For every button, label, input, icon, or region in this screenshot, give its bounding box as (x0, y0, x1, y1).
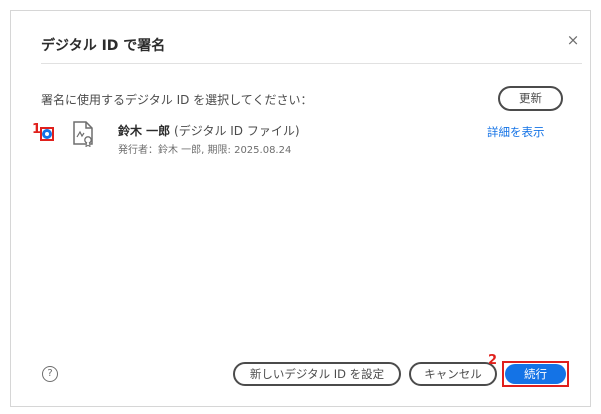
digital-id-title: 鈴木 一郎 (デジタル ID ファイル) (118, 122, 300, 139)
cancel-button[interactable]: キャンセル (409, 362, 497, 386)
digital-id-radio[interactable] (42, 129, 52, 139)
annotation-marker-2: 2 (488, 353, 498, 368)
digital-id-name: 鈴木 一郎 (118, 124, 171, 138)
help-icon[interactable]: ? (42, 366, 58, 382)
configure-new-id-button[interactable]: 新しいデジタル ID を設定 (233, 362, 401, 386)
digital-id-type: (デジタル ID ファイル) (174, 124, 300, 138)
digital-id-details: 発行者：鈴木 一郎, 期限: 2025.08.24 (118, 145, 292, 156)
close-icon[interactable]: × (563, 30, 583, 50)
continue-button[interactable]: 続行 (505, 364, 566, 384)
refresh-button[interactable]: 更新 (498, 86, 563, 111)
sign-dialog: デジタル ID で署名 × 署名に使用するデジタル ID を選択してください： … (10, 10, 591, 407)
certificate-icon (73, 121, 93, 147)
dialog-title: デジタル ID で署名 (41, 38, 166, 54)
instruction-text: 署名に使用するデジタル ID を選択してください： (41, 93, 313, 107)
show-details-link[interactable]: 詳細を表示 (487, 124, 545, 140)
radio-selected-dot (45, 132, 49, 136)
title-divider (41, 63, 582, 64)
